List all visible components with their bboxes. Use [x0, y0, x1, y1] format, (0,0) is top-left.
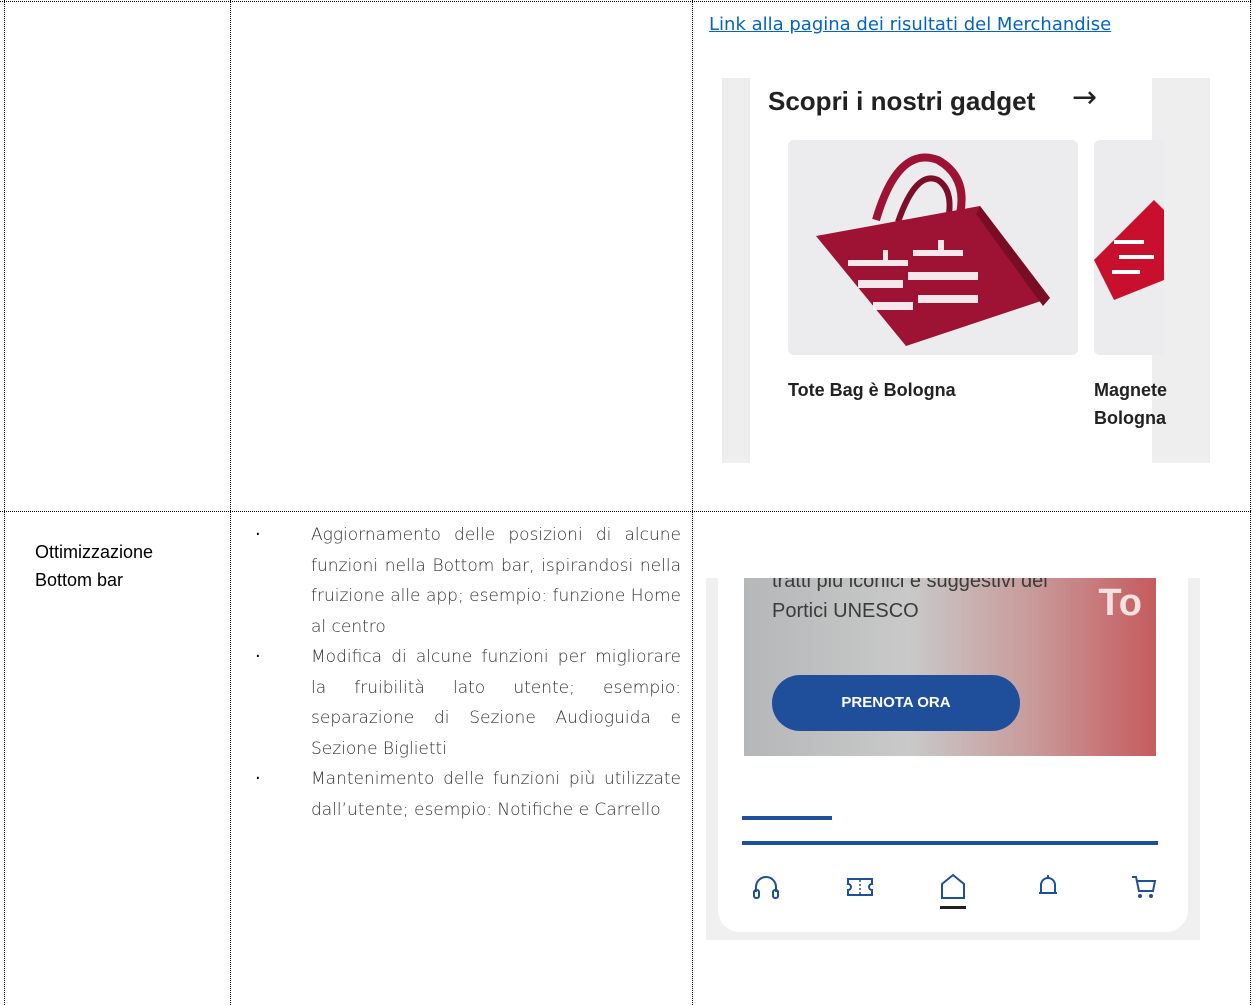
promo-banner: To tratti più iconici e suggestivi dei P…	[744, 578, 1156, 756]
banner-description-line: Portici UNESCO	[772, 600, 919, 622]
bottom-bar-divider	[742, 841, 1158, 845]
banner-description: tratti più iconici e suggestivi dei Port…	[772, 578, 1132, 626]
book-now-button[interactable]: PRENOTA ORA	[772, 675, 1020, 731]
home-icon[interactable]	[933, 866, 973, 906]
product-name-magnete[interactable]: Magnete Bologna	[1094, 376, 1167, 432]
product-image-magnete[interactable]	[1094, 140, 1164, 355]
bottom-bar-screenshot: To tratti più iconici e suggestivi dei P…	[706, 578, 1200, 940]
row-label-line: Ottimizzazione	[35, 542, 154, 562]
bullet-marker: ·	[255, 524, 261, 545]
bullet-marker: ·	[255, 768, 261, 789]
ticket-icon[interactable]	[840, 866, 880, 906]
column-divider-1	[230, 0, 231, 1005]
merchandise-section: Scopri i nostri gadget → Tote Bag è Bolo…	[750, 78, 1167, 463]
carousel-indicator	[742, 816, 832, 820]
bullet-marker: ·	[255, 646, 261, 667]
bell-icon[interactable]	[1028, 866, 1068, 906]
product-name-tote-bag[interactable]: Tote Bag è Bologna	[788, 376, 956, 404]
gadget-section-title: Scopri i nostri gadget	[768, 86, 1036, 116]
list-item-text: Mantenimento delle funzioni più utilizza…	[311, 769, 681, 820]
banner-description-line: tratti più iconici e suggestivi dei	[772, 578, 1048, 592]
magnet-illustration	[1094, 200, 1164, 300]
improvements-list: · Aggiornamento delle posizioni di alcun…	[247, 520, 681, 825]
row-label-line: Bottom bar	[35, 570, 124, 590]
tote-bag-illustration	[816, 153, 1050, 346]
product-name-line: Bologna	[1094, 408, 1166, 428]
table-top-border	[0, 1, 1251, 2]
cart-icon[interactable]	[1124, 866, 1164, 906]
home-active-indicator	[940, 906, 966, 909]
product-name-line: Tote Bag è Bologna	[788, 380, 956, 400]
row-divider	[0, 511, 1251, 512]
phone-screen: To tratti più iconici e suggestivi dei P…	[718, 578, 1188, 932]
list-item: · Modifica di alcune funzioni per miglio…	[247, 642, 681, 764]
table-left-border	[4, 0, 5, 1005]
row-label: Ottimizzazione Bottom bar	[35, 538, 215, 594]
table-right-border	[1250, 0, 1251, 1005]
list-item: · Mantenimento delle funzioni più utiliz…	[247, 764, 681, 825]
product-image-tote-bag[interactable]	[788, 140, 1078, 355]
product-name-line: Magnete	[1094, 380, 1168, 400]
list-item-text: Modifica di alcune funzioni per migliora…	[311, 647, 681, 759]
list-item: · Aggiornamento delle posizioni di alcun…	[247, 520, 681, 642]
headphones-icon[interactable]	[746, 866, 786, 906]
merchandise-screenshot: Scopri i nostri gadget → Tote Bag è Bolo…	[722, 78, 1210, 463]
merchandise-results-link[interactable]: Link alla pagina dei risultati del Merch…	[709, 14, 1111, 35]
arrow-right-icon[interactable]: →	[1072, 80, 1097, 115]
list-item-text: Aggiornamento delle posizioni di alcune …	[311, 525, 681, 637]
column-divider-2	[692, 0, 693, 1005]
